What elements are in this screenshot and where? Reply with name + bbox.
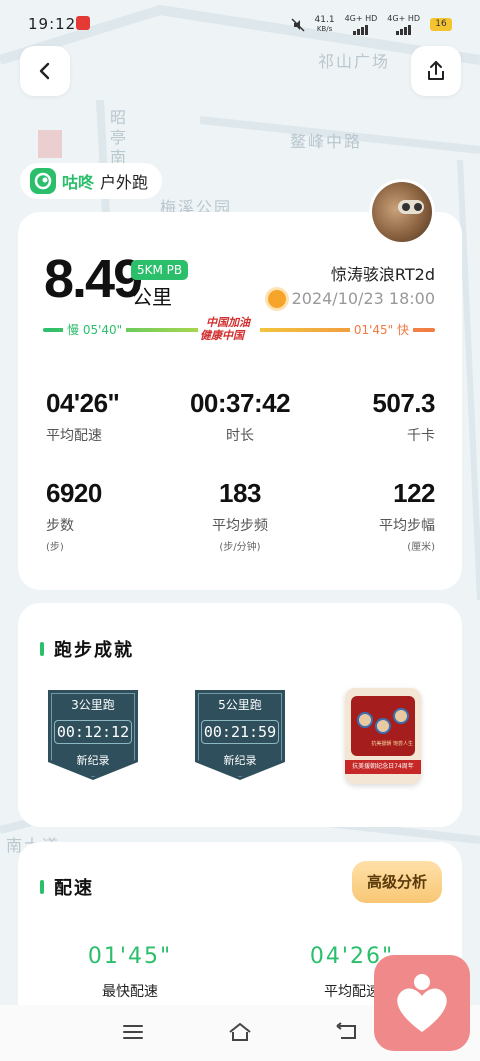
- badge-time: 00:21:59: [201, 720, 279, 744]
- brand-pill: 咕咚 户外跑: [20, 163, 163, 199]
- stat-value: 04'26": [46, 388, 120, 418]
- share-button[interactable]: [411, 46, 461, 96]
- advanced-analysis-button[interactable]: 高级分析: [352, 861, 442, 903]
- date-row: 2024/10/23 18:00: [267, 289, 435, 308]
- stat-avg-pace: 04'26" 平均配速: [46, 388, 186, 445]
- pace-slow-label: 慢 05'40": [63, 321, 127, 338]
- distance-unit: 公里: [132, 285, 172, 309]
- sun-icon: [267, 289, 286, 308]
- avatar[interactable]: [369, 179, 435, 245]
- stat-value: 00:37:42: [189, 388, 291, 418]
- badge-3km[interactable]: 3公里跑 00:12:12 新纪录: [48, 690, 138, 780]
- brand-name: 咕咚: [62, 173, 95, 192]
- signal-icon: [396, 23, 412, 35]
- section-marker: [40, 880, 44, 894]
- sim1-signal: 4G+ HD: [345, 14, 377, 35]
- stat-stride: 122 平均步幅 (厘米): [295, 478, 436, 553]
- stat-calories: 507.3 千卡: [295, 388, 435, 445]
- status-indicators: 41.1 KB/s 4G+ HD 4G+ HD 16: [290, 14, 452, 35]
- medal-ribbon: 抗美援朝纪念日74周年: [345, 760, 421, 774]
- health-floating-button[interactable]: [374, 955, 470, 1051]
- stat-unit: (厘米): [407, 542, 435, 553]
- medal-caption: 抗美援朝 饱尝人生: [371, 741, 413, 747]
- stat-unit: (步): [46, 542, 64, 553]
- stat-value: 6920: [46, 478, 102, 508]
- share-icon: [428, 61, 444, 80]
- pace-scale: 慢 05'40" 中国加油 健康中国 01'45" 快: [43, 314, 435, 348]
- stat-value: 122: [393, 478, 435, 508]
- map-label: 昭亭南: [110, 108, 129, 167]
- stat-value: 507.3: [372, 388, 435, 418]
- stat-duration: 00:37:42 时长: [170, 388, 310, 445]
- badge-title: 3公里跑: [71, 698, 115, 712]
- section-marker: [40, 642, 44, 656]
- stat-label: 平均配速: [46, 428, 102, 444]
- back-nav-icon: [336, 1022, 356, 1039]
- menu-button[interactable]: [118, 1019, 148, 1045]
- menu-icon: [123, 1025, 143, 1039]
- codoon-logo-icon: [30, 168, 56, 194]
- achievements-title: 跑步成就: [40, 636, 134, 662]
- map-label: 祁山广场: [318, 52, 391, 71]
- fastest-pace-label: 最快配速: [102, 984, 158, 1000]
- badge-5km[interactable]: 5公里跑 00:21:59 新纪录: [195, 690, 285, 780]
- badge-title: 5公里跑: [218, 698, 262, 712]
- activity-type: 户外跑: [100, 173, 149, 192]
- activity-datetime: 2024/10/23 18:00: [291, 289, 435, 308]
- heart-person-icon: [397, 974, 447, 1032]
- commemorative-medal[interactable]: 抗美援朝 饱尝人生 抗美援朝纪念日74周年: [345, 688, 421, 784]
- status-bar: 19:12 41.1 KB/s 4G+ HD 4G+ HD 16: [0, 0, 480, 46]
- badge-sub: 新纪录: [76, 754, 110, 767]
- notification-app-icon: [76, 16, 90, 30]
- home-icon: [229, 1023, 251, 1041]
- user-name: 惊涛骇浪RT2d: [330, 265, 435, 284]
- fastest-pace-value: 01'45": [87, 944, 173, 969]
- signal-icon: [353, 23, 369, 35]
- pace-fast-label: 01'45" 快: [349, 321, 413, 338]
- badge-sub: 新纪录: [223, 754, 257, 767]
- healthy-china-logo: 中国加油 健康中国: [198, 314, 260, 348]
- fastest-pace: 01'45" 最快配速: [60, 944, 200, 1001]
- stat-label: 千卡: [407, 428, 435, 444]
- home-button[interactable]: [225, 1019, 255, 1045]
- mute-icon: [290, 17, 305, 32]
- pace-title: 配速: [40, 874, 94, 900]
- stat-label: 平均步频: [212, 518, 268, 534]
- net-speed: 41.1 KB/s: [314, 14, 335, 33]
- stat-unit: (步/分钟): [219, 542, 261, 553]
- stat-label: 步数: [46, 518, 74, 534]
- stat-value: 183: [219, 478, 261, 508]
- map-label: 鳌峰中路: [290, 132, 363, 151]
- chevron-left-icon: [39, 62, 50, 80]
- pb-badge: 5KM PB: [131, 260, 189, 280]
- back-button[interactable]: [20, 46, 70, 96]
- stat-cadence: 183 平均步频 (步/分钟): [170, 478, 310, 553]
- sim2-signal: 4G+ HD: [387, 14, 420, 35]
- stat-steps: 6920 步数 (步): [46, 478, 186, 553]
- battery-icon: 16: [430, 18, 452, 31]
- back-nav-button[interactable]: [332, 1019, 362, 1045]
- distance-value: 8.49: [44, 249, 143, 309]
- badge-time: 00:12:12: [54, 720, 132, 744]
- stat-label: 平均步幅: [379, 518, 435, 534]
- stat-label: 时长: [226, 428, 254, 444]
- status-time: 19:12: [28, 15, 77, 33]
